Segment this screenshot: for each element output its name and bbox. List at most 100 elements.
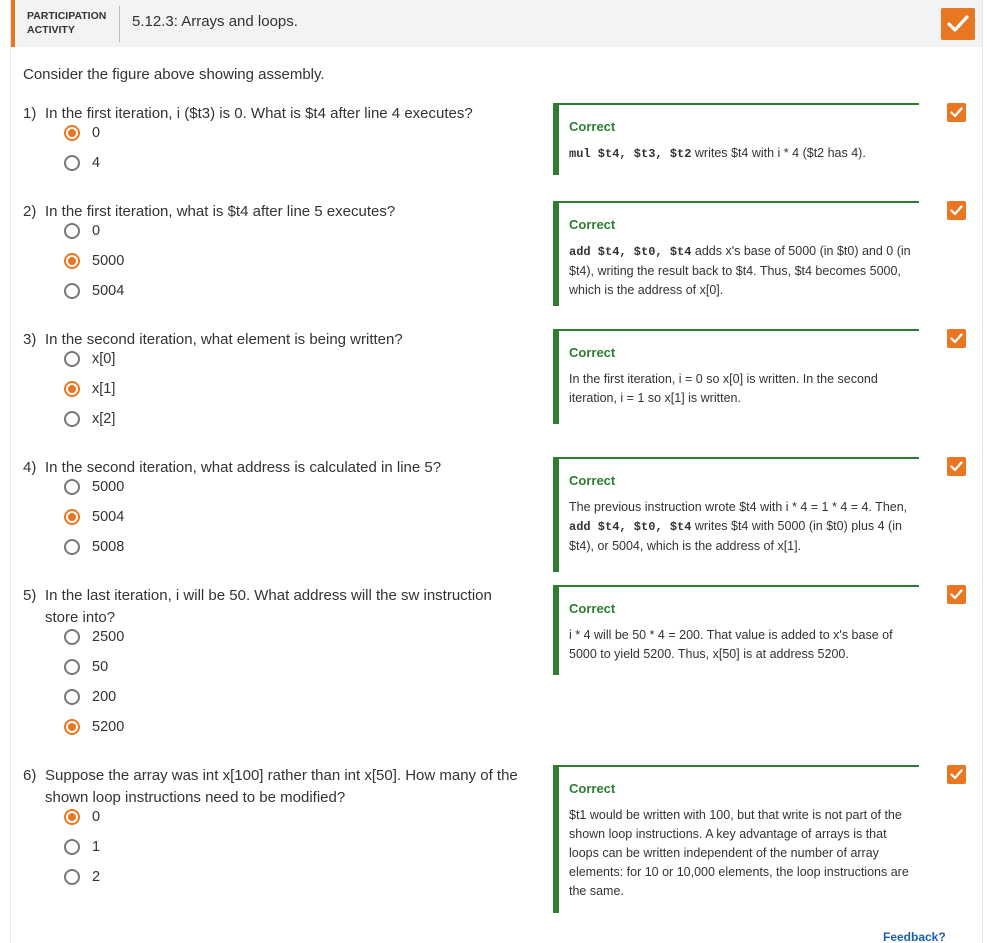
question-check-icon [947,765,966,784]
answer-option[interactable]: 200 [64,687,116,707]
code-snippet: mul $t4, $t3, $t2 [569,147,692,161]
option-label: 1 [92,839,101,855]
question-text: 6) Suppose the array was int x[100] rathe… [23,765,523,809]
answer-option[interactable]: x[2] [64,409,115,429]
code-snippet: add $t4, $t0, $t4 [569,245,692,259]
answer-option[interactable]: 5000 [64,251,124,271]
option-label: 0 [92,809,101,825]
question-text: 5) In the last iteration, i will be 50. W… [23,585,523,629]
question-text: 1) In the first iteration, i ($t3) is 0. … [23,103,523,125]
answer-option[interactable]: x[1] [64,379,115,399]
option-label: 200 [92,689,117,705]
feedback-explanation: The previous instruction wrote $t4 with … [569,498,911,556]
answer-option[interactable]: 2500 [64,627,124,647]
question-check-icon [947,201,966,220]
radio-selected[interactable] [64,125,80,141]
option-label: x[2] [92,411,116,427]
radio-unselected[interactable] [64,223,80,239]
answer-option[interactable]: 5200 [64,717,124,737]
answer-option[interactable]: 1 [64,837,100,857]
answer-option[interactable]: 50 [64,657,108,677]
option-label: 5200 [92,719,125,735]
feedback-text: $t1 would be written with 100, but that … [569,808,909,898]
question-prompt: Suppose the array was int x[100] rather … [45,767,518,806]
option-label: 5000 [92,253,125,269]
radio-selected[interactable] [64,381,80,397]
radio-selected[interactable] [64,719,80,735]
answer-option[interactable]: 0 [64,221,100,241]
answer-option[interactable]: 4 [64,153,100,173]
feedback-box: Correct $t1 would be written with 100, bu… [553,765,919,913]
question-4: 4) In the second iteration, what address … [23,457,523,479]
feedback-title: Correct [569,781,616,796]
completion-check-icon [941,8,975,40]
radio-unselected[interactable] [64,351,80,367]
feedback-explanation: add $t4, $t0, $t4 adds x's base of 5000 … [569,242,911,300]
question-prompt: In the second iteration, what address is… [45,459,442,476]
activity-title: 5.12.3: Arrays and loops. [132,13,298,30]
radio-unselected[interactable] [64,155,80,171]
question-check-icon [947,585,966,604]
feedback-box: Correct The previous instruction wrote $t… [553,457,919,572]
answer-option[interactable]: 2 [64,867,100,887]
answer-option[interactable]: 5000 [64,477,124,497]
question-number: 5) [23,587,37,604]
question-check-icon [947,329,966,348]
answer-option[interactable]: 5008 [64,537,124,557]
feedback-box: Correct i * 4 will be 50 * 4 = 200. That … [553,585,919,675]
question-prompt: In the second iteration, what element is… [45,331,403,348]
question-prompt: In the first iteration, what is $t4 afte… [45,203,396,220]
question-1: 1) In the first iteration, i ($t3) is 0. … [23,103,523,125]
radio-unselected[interactable] [64,629,80,645]
answer-option[interactable]: 0 [64,123,100,143]
feedback-text: The previous instruction wrote $t4 with … [569,500,908,514]
option-label: 5004 [92,509,125,525]
option-label: 50 [92,659,109,675]
answer-option[interactable]: x[0] [64,349,115,369]
question-number: 6) [23,767,37,784]
question-check-icon [947,457,966,476]
question-6: 6) Suppose the array was int x[100] rathe… [23,765,523,809]
question-2: 2) In the first iteration, what is $t4 af… [23,201,523,223]
intro-text: Consider the figure above showing assemb… [23,66,325,83]
activity-header: PARTICIPATION ACTIVITY 5.12.3: Arrays an… [11,0,982,47]
question-text: 3) In the second iteration, what element … [23,329,523,351]
feedback-explanation: $t1 would be written with 100, but that … [569,806,911,901]
radio-unselected[interactable] [64,283,80,299]
question-prompt: In the last iteration, i will be 50. Wha… [45,587,492,626]
feedback-explanation: mul $t4, $t3, $t2 writes $t4 with i * 4 … [569,144,911,164]
feedback-title: Correct [569,473,616,488]
question-check-icon [947,103,966,122]
feedback-title: Correct [569,119,616,134]
radio-selected[interactable] [64,509,80,525]
option-label: 4 [92,155,101,171]
option-label: 2 [92,869,101,885]
question-number: 4) [23,459,37,476]
radio-unselected[interactable] [64,689,80,705]
option-label: 0 [92,223,101,239]
question-5: 5) In the last iteration, i will be 50. W… [23,585,523,629]
radio-selected[interactable] [64,253,80,269]
radio-unselected[interactable] [64,659,80,675]
feedback-title: Correct [569,601,616,616]
question-text: 2) In the first iteration, what is $t4 af… [23,201,523,223]
header-divider [119,6,120,42]
radio-unselected[interactable] [64,411,80,427]
feedback-box: Correct add $t4, $t0, $t4 adds x's base o… [553,201,919,306]
radio-unselected[interactable] [64,479,80,495]
feedback-text: i * 4 will be 50 * 4 = 200. That value i… [569,628,893,661]
answer-option[interactable]: 5004 [64,281,124,301]
feedback-link[interactable]: Feedback? [883,930,946,943]
feedback-explanation: i * 4 will be 50 * 4 = 200. That value i… [569,626,911,664]
option-label: 5004 [92,283,125,299]
feedback-text: In the first iteration, i = 0 so x[0] is… [569,372,878,405]
radio-unselected[interactable] [64,869,80,885]
feedback-title: Correct [569,345,616,360]
radio-unselected[interactable] [64,539,80,555]
radio-selected[interactable] [64,809,80,825]
answer-option[interactable]: 0 [64,807,100,827]
radio-unselected[interactable] [64,839,80,855]
answer-option[interactable]: 5004 [64,507,124,527]
option-label: 5000 [92,479,125,495]
question-number: 1) [23,105,37,122]
